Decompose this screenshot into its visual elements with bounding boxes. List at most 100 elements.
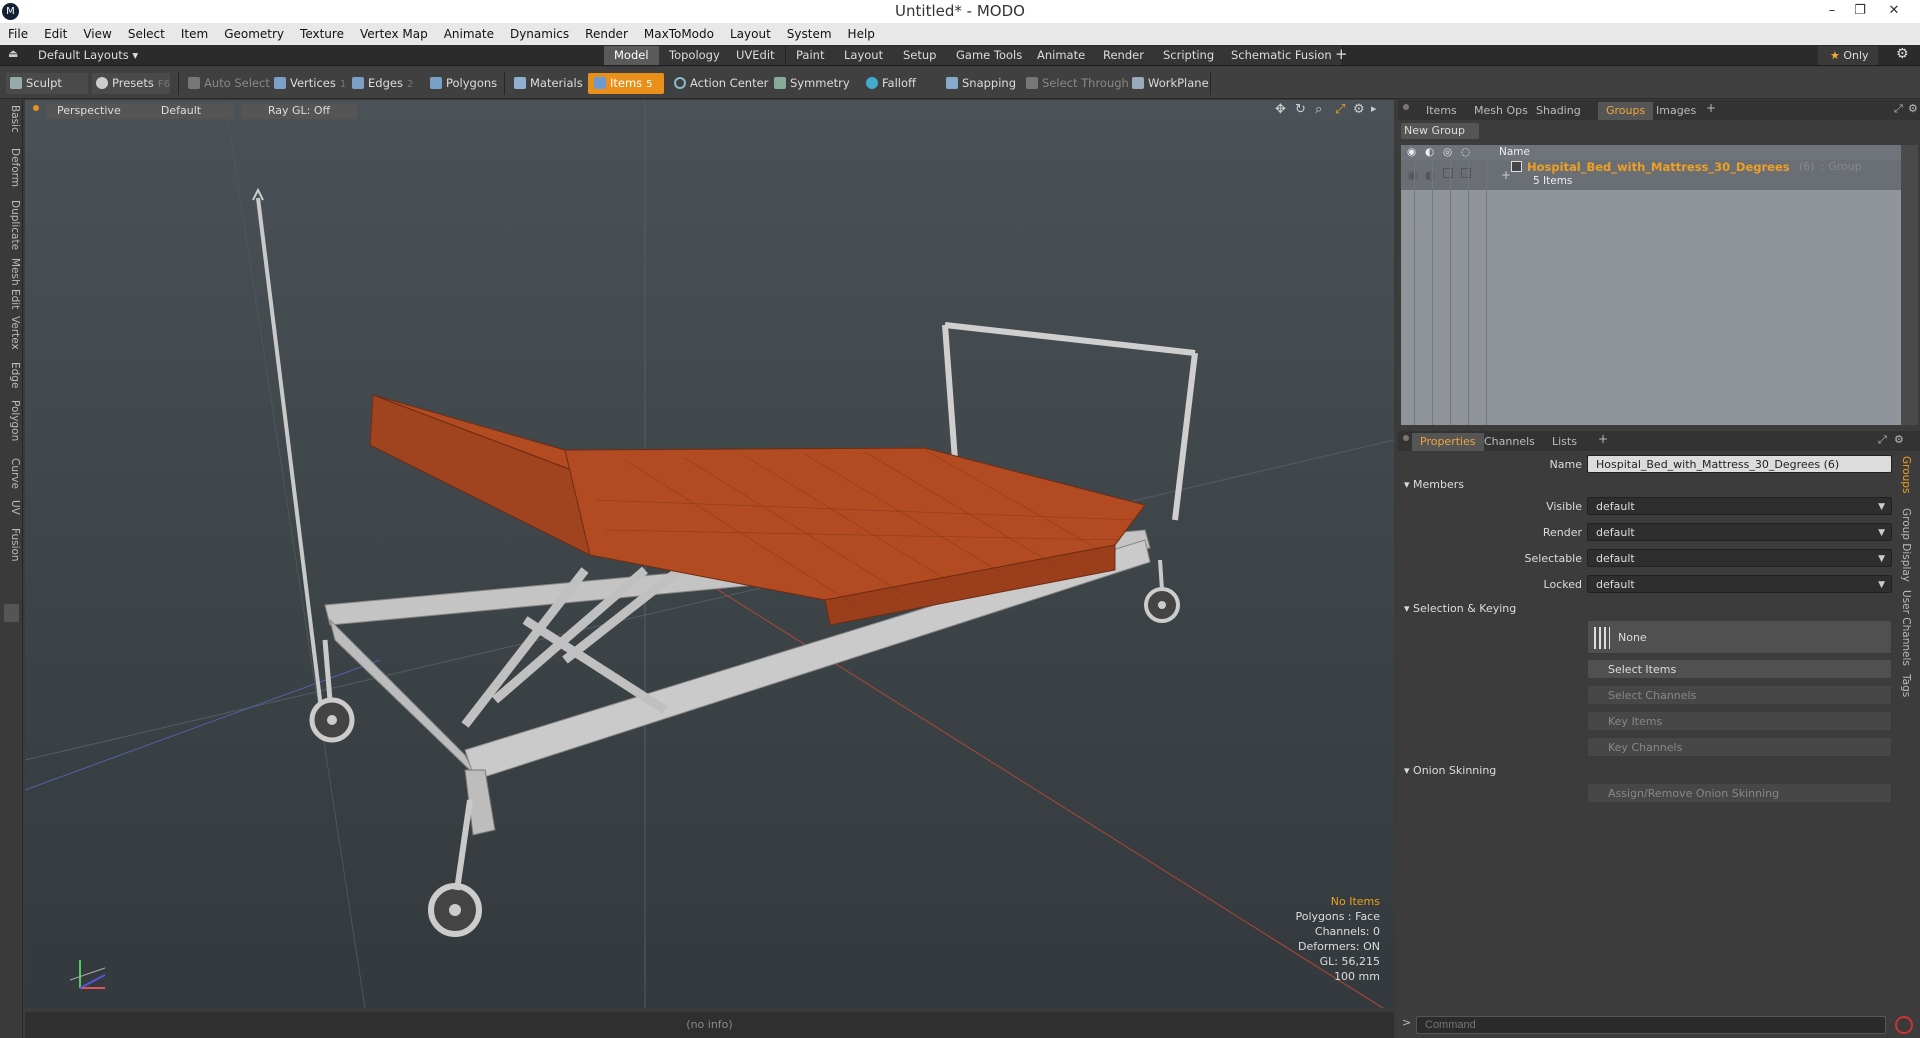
- expand-icon[interactable]: ⤢: [1878, 433, 1887, 447]
- command-input[interactable]: [1416, 1016, 1886, 1034]
- group-list[interactable]: ◉ ◐ ◎ ◌ Name ◉ ◐ + Hospital_Bed_with_Mat…: [1401, 145, 1901, 425]
- tab-topology[interactable]: Topology: [659, 46, 731, 65]
- raygl-toggle[interactable]: Ray GL: Off: [241, 103, 357, 119]
- tab-images[interactable]: Images: [1648, 102, 1704, 120]
- tab-groups[interactable]: Groups: [1598, 102, 1654, 120]
- only-toggle[interactable]: ★ Only: [1818, 46, 1878, 65]
- tab-render[interactable]: Render: [1093, 46, 1155, 65]
- tab-setup[interactable]: Setup: [893, 46, 948, 65]
- render-dropdown[interactable]: default ▼: [1587, 523, 1892, 541]
- edges-button[interactable]: Edges 2: [348, 73, 413, 94]
- locked-dropdown[interactable]: default ▼: [1587, 575, 1892, 593]
- shading-dropdown[interactable]: Default: [129, 103, 233, 119]
- menu-geometry[interactable]: Geometry: [216, 23, 292, 45]
- record-icon[interactable]: [1895, 1016, 1913, 1034]
- tab-layout[interactable]: Layout: [834, 46, 895, 65]
- members-section-header[interactable]: ▾ Members: [1404, 478, 1464, 491]
- tab-lists[interactable]: Lists: [1544, 433, 1585, 451]
- pan-icon[interactable]: ✥: [1275, 102, 1286, 117]
- add-tab-icon[interactable]: +: [1335, 45, 1348, 63]
- tab-fusion[interactable]: Fusion: [2, 528, 21, 562]
- auto-select-button[interactable]: Auto Select: [184, 73, 270, 94]
- viewport-menu-icon[interactable]: ▸: [1371, 102, 1377, 115]
- name-field[interactable]: Hospital_Bed_with_Mattress_30_Degrees (6…: [1587, 455, 1892, 473]
- menu-render[interactable]: Render: [577, 23, 636, 45]
- symmetry-button[interactable]: Symmetry: [770, 73, 850, 94]
- panel-dot-icon[interactable]: [1403, 104, 1409, 110]
- tab-basic[interactable]: Basic: [2, 105, 21, 133]
- assign-onion-skinning-button[interactable]: Assign/Remove Onion Skinning: [1587, 783, 1892, 803]
- none-button[interactable]: None: [1587, 620, 1892, 654]
- select-items-button[interactable]: Select Items: [1587, 659, 1892, 679]
- new-group-button[interactable]: New Group: [1401, 123, 1479, 139]
- panel-dot-icon[interactable]: [1403, 435, 1409, 441]
- select-channels-button[interactable]: Select Channels: [1587, 685, 1892, 705]
- tab-mesh-ops[interactable]: Mesh Ops: [1466, 102, 1536, 120]
- materials-button[interactable]: Materials: [510, 73, 583, 94]
- 3d-viewport[interactable]: No Items Polygons : Face Channels: 0 Def…: [25, 100, 1394, 1008]
- tool-tab-toggle[interactable]: [4, 604, 19, 622]
- expand-plus-icon[interactable]: +: [1501, 168, 1511, 182]
- group-list-scrollbar[interactable]: [1901, 145, 1918, 425]
- viewport-dot-icon[interactable]: [33, 105, 39, 111]
- tab-schematic-fusion[interactable]: Schematic Fusion: [1221, 46, 1343, 65]
- tab-duplicate[interactable]: Duplicate: [2, 200, 21, 250]
- select-through-button[interactable]: Select Through: [1022, 73, 1129, 94]
- add-properties-tab-icon[interactable]: +: [1598, 432, 1608, 446]
- lock-col-icon[interactable]: ◎: [1443, 145, 1452, 160]
- perspective-dropdown[interactable]: Perspective: [47, 103, 131, 119]
- select-col-icon[interactable]: ◌: [1461, 145, 1470, 160]
- menu-file[interactable]: File: [0, 23, 36, 45]
- eye-col-icon[interactable]: ◉: [1407, 145, 1416, 160]
- menu-system[interactable]: System: [779, 23, 840, 45]
- tab-mesh-edit[interactable]: Mesh Edit: [2, 258, 21, 309]
- menu-vertex-map[interactable]: Vertex Map: [352, 23, 436, 45]
- menu-maxtomodo[interactable]: MaxToModo: [636, 23, 722, 45]
- tab-tags[interactable]: Tags: [1900, 674, 1912, 697]
- panel-settings-icon[interactable]: ⚙: [1894, 433, 1904, 446]
- tab-scripting[interactable]: Scripting: [1153, 46, 1226, 65]
- gear-icon[interactable]: ⚙: [1896, 46, 1909, 62]
- fit-icon[interactable]: ⤢: [1335, 102, 1345, 117]
- menu-texture[interactable]: Texture: [292, 23, 352, 45]
- tab-deform[interactable]: Deform: [2, 148, 21, 187]
- minimize-icon[interactable]: –: [1818, 0, 1846, 23]
- lock-toggle[interactable]: [1443, 168, 1453, 178]
- tab-channels[interactable]: Channels: [1476, 433, 1543, 451]
- menu-dynamics[interactable]: Dynamics: [502, 23, 577, 45]
- tab-game-tools[interactable]: Game Tools: [946, 46, 1034, 65]
- viewport-settings-icon[interactable]: ⚙: [1353, 102, 1365, 117]
- tab-user-channels[interactable]: User Channels: [1900, 590, 1912, 666]
- zoom-icon[interactable]: ⌕: [1315, 102, 1322, 117]
- workplane-button[interactable]: WorkPlane: [1128, 73, 1209, 94]
- group-row[interactable]: ◉ ◐ + Hospital_Bed_with_Mattress_30_Degr…: [1401, 160, 1901, 190]
- expand-icon[interactable]: ⤢: [1894, 102, 1903, 116]
- tab-polygon[interactable]: Polygon: [2, 400, 21, 441]
- vertices-button[interactable]: Vertices 1: [270, 73, 346, 94]
- key-channels-button[interactable]: Key Channels: [1587, 737, 1892, 757]
- falloff-button[interactable]: Falloff: [862, 73, 916, 94]
- menu-view[interactable]: View: [75, 23, 119, 45]
- tab-shading[interactable]: Shading: [1528, 102, 1589, 120]
- snapping-button[interactable]: Snapping: [942, 73, 1016, 94]
- action-center-button[interactable]: Action Center: [670, 73, 768, 94]
- menu-edit[interactable]: Edit: [36, 23, 75, 45]
- tab-animate[interactable]: Animate: [1027, 46, 1097, 65]
- sculpt-button[interactable]: Sculpt: [6, 73, 88, 94]
- menu-help[interactable]: Help: [840, 23, 883, 45]
- visible-dropdown[interactable]: default ▼: [1587, 497, 1892, 515]
- items-button[interactable]: Items 5: [588, 73, 664, 94]
- default-layouts-dropdown[interactable]: Default Layouts ▾: [38, 48, 138, 62]
- tab-vertex[interactable]: Vertex: [2, 316, 21, 350]
- tab-items[interactable]: Items: [1418, 102, 1465, 120]
- render-col-icon[interactable]: ◐: [1425, 145, 1434, 160]
- close-icon[interactable]: ✕: [1880, 0, 1908, 23]
- rotate-icon[interactable]: ↻: [1295, 102, 1306, 117]
- tab-uv[interactable]: UV: [2, 500, 21, 515]
- onion-skinning-section-header[interactable]: ▾ Onion Skinning: [1404, 764, 1496, 777]
- tab-paint[interactable]: Paint: [786, 46, 836, 65]
- presets-button[interactable]: Presets F6: [92, 73, 170, 94]
- panel-settings-icon[interactable]: ⚙: [1908, 102, 1918, 115]
- menu-item[interactable]: Item: [173, 23, 216, 45]
- menu-select[interactable]: Select: [120, 23, 173, 45]
